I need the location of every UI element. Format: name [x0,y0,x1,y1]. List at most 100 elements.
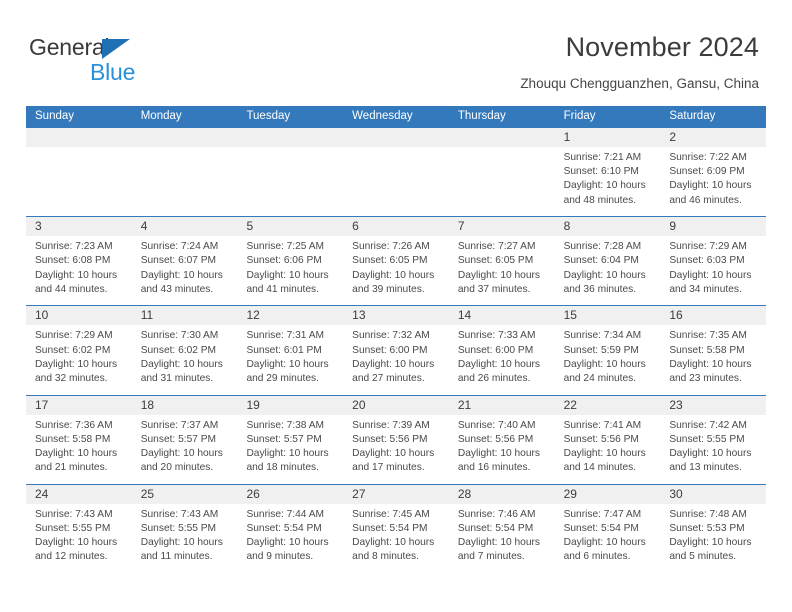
day-number-band: 25 [131,484,238,504]
calendar-day-cell[interactable]: 11 Sunrise: 7:30 AM Sunset: 6:02 PM Dayligh… [131,306,238,395]
page-title: November 2024 [565,32,759,62]
weekday-header-thursday: Thursday [457,110,506,122]
sunset-text: Sunset: 6:07 PM [140,255,217,267]
day-number-band: 21 [448,395,555,415]
day-number-band: 13 [343,306,449,326]
calendar-day-cell[interactable]: 4 Sunrise: 7:24 AM Sunset: 6:07 PM Daylight… [131,217,238,306]
calendar-day-cell[interactable]: 21 Sunrise: 7:40 AM Sunset: 5:56 PM Dayligh… [448,395,555,484]
daylight-text: Daylight: 10 hours and 43 minutes. [140,269,223,295]
calendar-day-cell[interactable]: 22 Sunrise: 7:41 AM Sunset: 5:56 PM Dayligh… [554,395,661,484]
day-number: 25 [140,486,155,501]
day-number-band: 6 [343,217,449,237]
day-number-band: 9 [660,217,767,237]
sunrise-text: Sunrise: 7:36 AM [35,419,113,431]
daylight-text: Daylight: 10 hours and 14 minutes. [563,447,646,474]
sunset-text: Sunset: 5:56 PM [457,433,534,445]
sunrise-text: Sunrise: 7:39 AM [352,419,430,431]
sunrise-text: Sunrise: 7:38 AM [246,419,325,431]
title-block: November 2024 Zhouqu Chengguanzhen, Gans… [520,30,759,92]
sunset-text: Sunset: 5:58 PM [35,433,111,445]
sunrise-text: Sunrise: 7:24 AM [140,241,219,253]
calendar-day-cell[interactable]: 24 Sunrise: 7:43 AM Sunset: 5:55 PM Dayligh… [26,484,132,573]
day-number-band [237,128,344,147]
calendar-day-cell[interactable]: 27 Sunrise: 7:45 AM Sunset: 5:54 PM Dayligh… [343,484,449,573]
sunset-text: Sunset: 5:55 PM [35,522,111,534]
sunset-text: Sunset: 5:54 PM [246,522,322,534]
calendar-day-cell[interactable]: 18 Sunrise: 7:37 AM Sunset: 5:57 PM Dayligh… [131,395,238,484]
day-number-band: 16 [660,306,767,326]
sunset-text: Sunset: 5:57 PM [140,433,217,445]
daylight-text: Daylight: 10 hours and 8 minutes. [352,537,435,563]
day-number: 27 [352,486,366,501]
calendar-day-cell[interactable]: 10 Sunrise: 7:29 AM Sunset: 6:02 PM Dayligh… [26,306,132,395]
daylight-text: Daylight: 10 hours and 32 minutes. [35,358,118,384]
day-sun-info: Sunrise: 7:21 AM Sunset: 6:10 PM Daylight:… [555,147,661,208]
sunrise-text: Sunrise: 7:23 AM [35,241,113,253]
calendar-day-cell-empty [343,128,449,217]
calendar-day-cell[interactable]: 7 Sunrise: 7:27 AM Sunset: 6:05 PM Daylight… [448,217,555,306]
calendar-day-cell[interactable]: 15 Sunrise: 7:34 AM Sunset: 5:59 PM Dayligh… [554,306,661,395]
calendar-week-row: 24 Sunrise: 7:43 AM Sunset: 5:55 PM Dayligh… [26,483,767,573]
calendar-day-cell[interactable]: 28 Sunrise: 7:46 AM Sunset: 5:54 PM Dayligh… [448,484,555,573]
calendar-day-cell[interactable]: 20 Sunrise: 7:39 AM Sunset: 5:56 PM Dayligh… [343,395,449,484]
calendar-day-cell[interactable]: 3 Sunrise: 7:23 AM Sunset: 6:08 PM Daylight… [26,217,132,306]
sunset-text: Sunset: 5:54 PM [352,522,428,534]
calendar-day-cell[interactable]: 1 Sunrise: 7:21 AM Sunset: 6:10 PM Daylight… [554,128,661,217]
calendar-weeks: 1 Sunrise: 7:21 AM Sunset: 6:10 PM Daylight… [26,127,767,573]
sunset-text: Sunset: 5:59 PM [563,344,639,356]
daylight-text: Daylight: 10 hours and 44 minutes. [35,269,118,295]
day-number: 5 [246,219,254,234]
daylight-text: Daylight: 10 hours and 18 minutes. [246,447,329,474]
day-sun-info: Sunrise: 7:48 AM Sunset: 5:53 PM Daylight:… [660,504,766,565]
calendar-day-cell[interactable]: 17 Sunrise: 7:36 AM Sunset: 5:58 PM Dayligh… [26,395,132,484]
day-number: 18 [140,397,155,412]
sunset-text: Sunset: 5:55 PM [669,433,745,445]
daylight-text: Daylight: 10 hours and 16 minutes. [457,447,540,474]
daylight-text: Daylight: 10 hours and 34 minutes. [669,269,752,295]
sunset-text: Sunset: 5:57 PM [246,433,322,445]
day-number: 8 [563,219,571,234]
calendar-day-cell[interactable]: 16 Sunrise: 7:35 AM Sunset: 5:58 PM Dayligh… [660,306,767,395]
day-sun-info: Sunrise: 7:38 AM Sunset: 5:57 PM Daylight:… [237,415,343,476]
day-sun-info: Sunrise: 7:25 AM Sunset: 6:06 PM Daylight:… [237,236,343,297]
calendar-day-cell[interactable]: 12 Sunrise: 7:31 AM Sunset: 6:01 PM Dayligh… [237,306,344,395]
calendar-day-cell[interactable]: 14 Sunrise: 7:33 AM Sunset: 6:00 PM Dayligh… [448,306,555,395]
sunrise-text: Sunrise: 7:42 AM [669,419,747,431]
sunset-text: Sunset: 6:05 PM [352,255,428,267]
day-number: 6 [352,219,359,234]
calendar-day-cell[interactable]: 30 Sunrise: 7:48 AM Sunset: 5:53 PM Dayligh… [660,484,767,573]
daylight-text: Daylight: 10 hours and 13 minutes. [669,447,752,474]
calendar-day-cell[interactable]: 19 Sunrise: 7:38 AM Sunset: 5:57 PM Dayligh… [237,395,344,484]
sunset-text: Sunset: 6:08 PM [35,255,111,267]
calendar-day-cell[interactable]: 8 Sunrise: 7:28 AM Sunset: 6:04 PM Daylight… [554,217,661,306]
calendar-day-cell[interactable]: 6 Sunrise: 7:26 AM Sunset: 6:05 PM Daylight… [343,217,449,306]
calendar-day-cell-empty [26,128,132,217]
day-sun-info: Sunrise: 7:36 AM Sunset: 5:58 PM Daylight:… [26,415,132,476]
sunset-text: Sunset: 5:56 PM [563,433,639,445]
daylight-text: Daylight: 10 hours and 11 minutes. [140,537,223,563]
calendar-day-cell[interactable]: 29 Sunrise: 7:47 AM Sunset: 5:54 PM Dayligh… [554,484,661,573]
calendar-day-cell[interactable]: 2 Sunrise: 7:22 AM Sunset: 6:09 PM Daylight… [660,128,767,217]
page-header: General Blue November 2024 Zhouqu Chengg… [0,0,792,103]
sunset-text: Sunset: 6:09 PM [669,166,745,178]
sunrise-text: Sunrise: 7:32 AM [352,330,430,342]
day-sun-info: Sunrise: 7:32 AM Sunset: 6:00 PM Daylight:… [343,325,449,386]
daylight-text: Daylight: 10 hours and 36 minutes. [563,269,646,295]
calendar-day-cell[interactable]: 5 Sunrise: 7:25 AM Sunset: 6:06 PM Daylight… [237,217,344,306]
calendar-day-cell[interactable]: 9 Sunrise: 7:29 AM Sunset: 6:03 PM Daylight… [660,217,767,306]
day-sun-info: Sunrise: 7:37 AM Sunset: 5:57 PM Daylight:… [132,415,238,476]
logo-text-general: General [29,34,110,60]
daylight-text: Daylight: 10 hours and 17 minutes. [352,447,435,474]
day-number-band: 22 [554,395,661,415]
calendar-day-cell[interactable]: 26 Sunrise: 7:44 AM Sunset: 5:54 PM Dayligh… [237,484,344,573]
day-number: 30 [669,486,683,501]
calendar-day-cell[interactable]: 13 Sunrise: 7:32 AM Sunset: 6:00 PM Dayligh… [343,306,449,395]
day-sun-info: Sunrise: 7:39 AM Sunset: 5:56 PM Daylight:… [343,415,449,476]
sunrise-text: Sunrise: 7:46 AM [457,508,536,520]
calendar-day-cell[interactable]: 25 Sunrise: 7:43 AM Sunset: 5:55 PM Dayligh… [131,484,238,573]
weekday-header-row: Sunday Monday Tuesday Wednesday Thursday… [26,106,766,127]
calendar-day-cell[interactable]: 23 Sunrise: 7:42 AM Sunset: 5:55 PM Dayligh… [660,395,767,484]
page-subtitle: Zhouqu Chengguanzhen, Gansu, China [520,76,759,91]
day-sun-info: Sunrise: 7:44 AM Sunset: 5:54 PM Daylight:… [237,504,343,565]
daylight-text: Daylight: 10 hours and 5 minutes. [669,537,752,563]
